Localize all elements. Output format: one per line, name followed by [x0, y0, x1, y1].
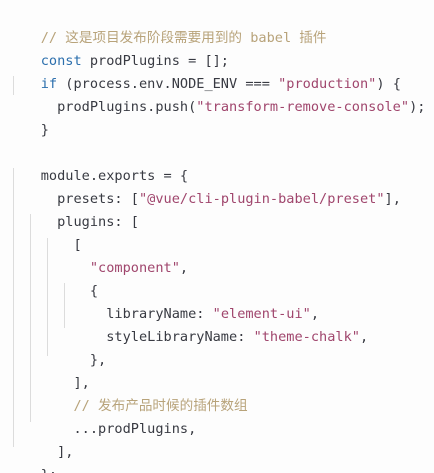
code-line-10: [	[8, 211, 82, 253]
code-punctuation: :	[237, 329, 254, 345]
code-punctuation: ],	[57, 444, 74, 460]
code-line-1: // 这是项目发布阶段需要用到的 babel 插件	[8, 4, 327, 46]
code-line-15: },	[8, 326, 106, 368]
code-spread: ...prodPlugins,	[73, 421, 197, 437]
code-line-3: if (process.env.NODE_ENV === "production…	[8, 50, 401, 92]
code-string: "theme-chalk"	[253, 329, 360, 345]
code-line-4: prodPlugins.push("transform-remove-conso…	[8, 73, 425, 115]
code-call: prodPlugins.push(	[57, 99, 197, 115]
code-line-7: module.exports = {	[8, 142, 188, 184]
code-line-18: ...prodPlugins,	[8, 395, 197, 437]
code-punctuation: ],	[384, 191, 401, 207]
code-string: "@vue/cli-plugin-babel/preset"	[138, 191, 385, 207]
code-line-12: {	[8, 257, 98, 299]
code-editor[interactable]: // 这是项目发布阶段需要用到的 babel 插件 const prodPlug…	[0, 0, 434, 473]
code-line-11: "component",	[8, 234, 188, 276]
code-line-9: plugins: [	[8, 188, 139, 230]
code-punctuation: }	[40, 122, 49, 138]
code-string: "component"	[89, 260, 180, 276]
code-property: styleLibraryName	[106, 329, 238, 345]
code-line-19: ],	[8, 418, 73, 460]
code-string: "transform-remove-console"	[196, 99, 410, 115]
code-line-16: ],	[8, 349, 90, 391]
code-line-2: const prodPlugins = [];	[8, 27, 229, 69]
code-line-5: }	[8, 96, 49, 138]
code-line-20: };	[8, 441, 57, 473]
code-line-17: // 发布产品时候的插件数组	[8, 372, 248, 414]
code-punctuation: ,	[359, 329, 369, 345]
code-punctuation: ,	[179, 260, 189, 276]
code-punctuation: };	[41, 467, 57, 473]
code-line-14: styleLibraryName: "theme-chalk",	[8, 303, 368, 345]
code-punctuation: : [	[114, 214, 139, 230]
code-punctuation: },	[89, 352, 107, 368]
code-line-8: presets: ["@vue/cli-plugin-babel/preset"…	[8, 165, 401, 207]
code-line-13: libraryName: "element-ui",	[8, 280, 319, 322]
code-punctuation: );	[409, 99, 426, 115]
